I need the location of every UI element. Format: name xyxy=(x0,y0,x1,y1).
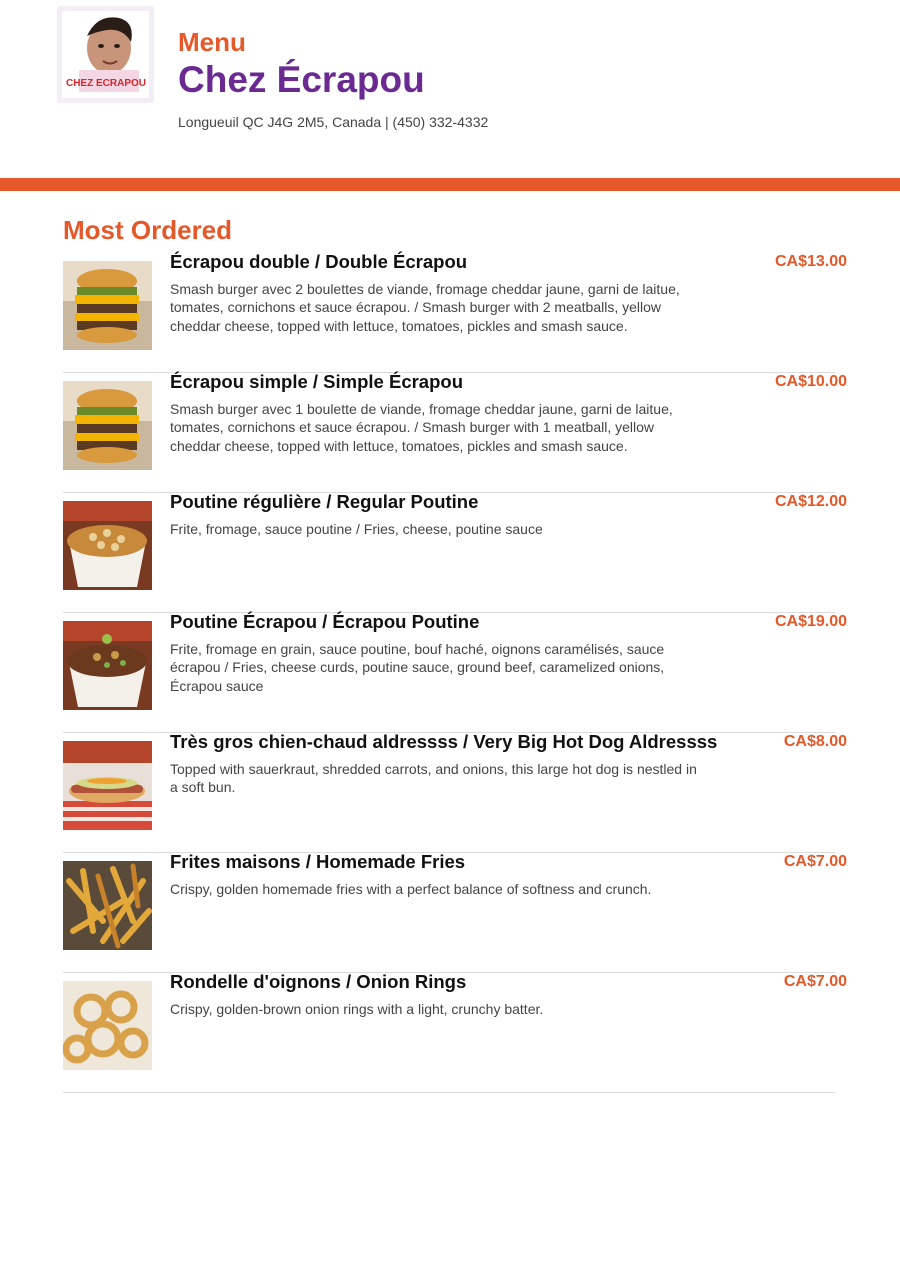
item-price: CA$13.00 xyxy=(774,253,847,270)
hot-dog-photo xyxy=(63,741,152,830)
menu-item-list: Écrapou double / Double Écrapou Smash bu… xyxy=(63,251,847,1093)
burger-photo xyxy=(63,381,152,470)
item-price: CA$10.00 xyxy=(774,373,847,390)
item-description: Crispy, golden homemade fries with a per… xyxy=(170,881,652,897)
item-price: CA$7.00 xyxy=(783,853,847,870)
item-name: Poutine Écrapou / Écrapou Poutine xyxy=(170,611,480,632)
item-name: Écrapou simple / Simple Écrapou xyxy=(170,371,464,392)
burger-photo xyxy=(63,261,152,350)
menu-item[interactable]: Poutine Écrapou / Écrapou Poutine Frite,… xyxy=(63,611,847,733)
item-description: Smash burger avec 1 boulette de viande, … xyxy=(170,401,673,454)
item-description: Crispy, golden-brown onion rings with a … xyxy=(170,1001,544,1017)
item-price: CA$12.00 xyxy=(774,493,847,510)
poutine-photo xyxy=(63,501,152,590)
item-name: Poutine régulière / Regular Poutine xyxy=(170,491,479,512)
menu-item[interactable]: Rondelle d'oignons / Onion Rings Crispy,… xyxy=(63,971,847,1093)
item-description: Frite, fromage, sauce poutine / Fries, c… xyxy=(170,521,543,537)
item-price: CA$19.00 xyxy=(774,613,847,630)
onion-rings-photo xyxy=(63,981,152,1070)
section-title: Most Ordered xyxy=(63,215,233,245)
fries-photo xyxy=(63,861,152,950)
menu-label: Menu xyxy=(178,27,246,57)
item-description: Frite, fromage en grain, sauce poutine, … xyxy=(170,641,665,694)
accent-divider xyxy=(0,178,900,191)
restaurant-name: Chez Écrapou xyxy=(178,59,425,100)
menu-item[interactable]: Frites maisons / Homemade Fries Crispy, … xyxy=(63,851,847,973)
logo-text: CHEZ ECRAPOU xyxy=(66,78,146,89)
item-description: Smash burger avec 2 boulettes de viande,… xyxy=(170,281,680,334)
item-price: CA$7.00 xyxy=(783,973,847,990)
menu-item[interactable]: Très gros chien-chaud aldressss / Very B… xyxy=(63,731,847,853)
menu-item[interactable]: Écrapou double / Double Écrapou Smash bu… xyxy=(63,251,847,373)
menu-item[interactable]: Écrapou simple / Simple Écrapou Smash bu… xyxy=(63,371,847,493)
item-name: Écrapou double / Double Écrapou xyxy=(170,251,468,272)
item-description: Topped with sauerkraut, shredded carrots… xyxy=(170,761,697,796)
restaurant-logo: CHEZ ECRAPOU xyxy=(57,6,154,103)
item-name: Rondelle d'oignons / Onion Rings xyxy=(170,971,467,992)
menu-item[interactable]: Poutine régulière / Regular Poutine Frit… xyxy=(63,491,847,613)
item-name: Très gros chien-chaud aldressss / Very B… xyxy=(170,731,718,752)
restaurant-address: Longueuil QC J4G 2M5, Canada | (450) 332… xyxy=(178,114,489,130)
item-name: Frites maisons / Homemade Fries xyxy=(170,851,466,872)
item-price: CA$8.00 xyxy=(783,733,847,750)
loaded-poutine-photo xyxy=(63,621,152,710)
